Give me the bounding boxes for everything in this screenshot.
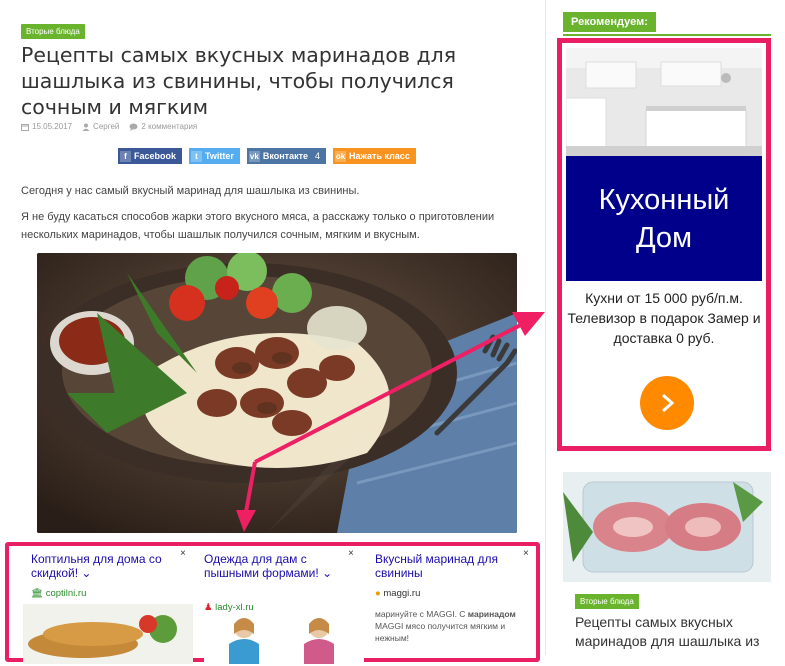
maggi-logo-icon: ● [375, 588, 381, 599]
ad-title[interactable]: Коптильня для дома со скидкой! ⌄ [31, 552, 191, 580]
sidebar-ad[interactable]: Кухонный Дом Кухни от 15 000 руб/п.м. Те… [557, 38, 771, 451]
close-icon[interactable]: × [523, 548, 529, 559]
ad-brand[interactable]: Кухонный Дом [566, 156, 762, 281]
sidebar-heading-label: Рекомендуем: [563, 12, 656, 32]
bottom-ad-block: Коптильня для дома со скидкой! ⌄ × 🏛 cop… [5, 542, 540, 664]
annotation-arrows [236, 312, 545, 532]
models-image [204, 614, 364, 664]
ad-text: маринуйте с MAGGI. С маринадом MAGGI мяс… [375, 609, 516, 643]
ad-lady-xl[interactable]: Одежда для дам с пышными формами! ⌄ × ♟ … [204, 546, 364, 666]
chevron-right-icon [662, 393, 675, 413]
ad-title[interactable]: Вкусный маринад для свинины [375, 552, 515, 580]
smoked-fish-image [23, 604, 193, 664]
chevron-down-icon: ⌄ [81, 566, 92, 580]
ad-description: Кухни от 15 000 руб/п.м. Телевизор в под… [567, 290, 761, 346]
ad-domain[interactable]: 🏛 coptilni.ru [31, 588, 86, 599]
ad-domain[interactable]: ♟ lady-xl.ru [204, 602, 254, 613]
ad-coptilni[interactable]: Коптильня для дома со скидкой! ⌄ × 🏛 cop… [23, 546, 193, 666]
ad-go-button[interactable] [640, 376, 694, 430]
kitchen-image [566, 48, 762, 156]
related-category-badge[interactable]: Вторые блюда [575, 594, 639, 609]
sidebar-heading: Рекомендуем: [563, 12, 771, 36]
brand-line: Кухонный [598, 183, 730, 216]
related-post-image[interactable] [563, 472, 771, 582]
dress-icon: ♟ [204, 602, 216, 613]
ad-maggi[interactable]: Вкусный маринад для свинины × ● maggi.ru… [375, 546, 535, 666]
related-post-title[interactable]: Рецепты самых вкусных маринадов для шашл… [575, 613, 775, 651]
close-icon[interactable]: × [180, 548, 186, 559]
site-favicon-icon: 🏛 [31, 588, 46, 599]
close-icon[interactable]: × [348, 548, 354, 559]
ad-domain[interactable]: ● maggi.ru [375, 588, 420, 599]
ad-title[interactable]: Одежда для дам с пышными формами! ⌄ [204, 552, 364, 580]
article-column: Вторые блюда Рецепты самых вкусных марин… [0, 0, 545, 664]
brand-line: Дом [635, 221, 693, 254]
chevron-down-icon: ⌄ [322, 566, 333, 580]
column-divider [545, 0, 546, 655]
